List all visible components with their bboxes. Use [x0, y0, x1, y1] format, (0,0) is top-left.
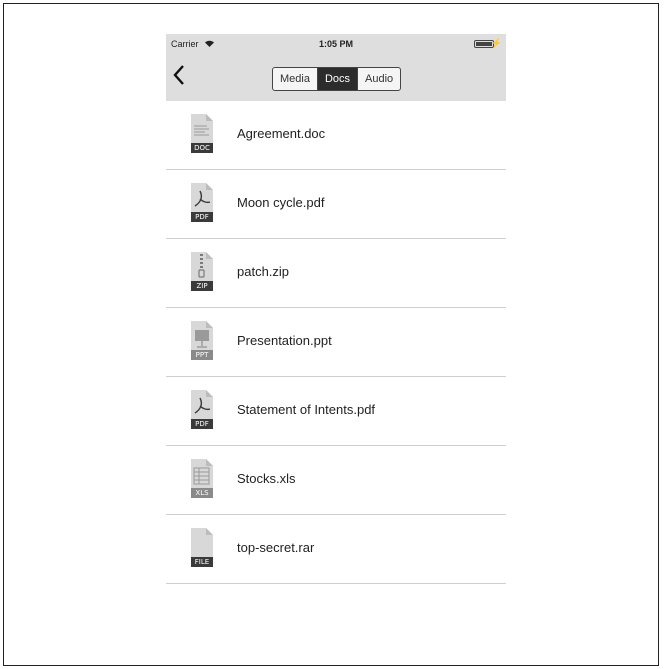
pdf-file-icon: PDF [191, 183, 213, 222]
screenshot-frame: Carrier 1:05 PM ⚡ Media Docs Audio DOC A… [3, 3, 659, 666]
navigation-bar: Carrier 1:05 PM ⚡ Media Docs Audio [166, 34, 506, 101]
segment-media[interactable]: Media [273, 68, 318, 90]
charging-bolt-icon: ⚡ [490, 38, 502, 48]
file-name: Agreement.doc [237, 126, 326, 141]
file-row[interactable]: PDF Statement of Intents.pdf [166, 377, 506, 446]
generic-file-icon: FILE [191, 528, 213, 567]
file-type-label: FILE [191, 557, 213, 567]
doc-file-icon: DOC [191, 114, 213, 153]
phone-screen: Carrier 1:05 PM ⚡ Media Docs Audio DOC A… [166, 34, 506, 665]
ppt-file-icon: PPT [191, 321, 213, 360]
file-name: Statement of Intents.pdf [237, 402, 376, 417]
file-type-label: PDF [191, 419, 213, 429]
file-row[interactable]: PDF Moon cycle.pdf [166, 170, 506, 239]
file-row[interactable]: FILE top-secret.rar [166, 515, 506, 584]
file-row[interactable]: DOC Agreement.doc [166, 101, 506, 170]
status-time: 1:05 PM [318, 39, 353, 49]
chevron-left-icon [173, 65, 184, 85]
file-name: top-secret.rar [237, 540, 315, 555]
file-type-label: XLS [191, 488, 213, 498]
file-name: patch.zip [237, 264, 290, 279]
file-type-label: PPT [191, 350, 213, 360]
file-name: Moon cycle.pdf [237, 195, 325, 210]
file-row[interactable]: ZIP patch.zip [166, 239, 506, 308]
zip-file-icon: ZIP [191, 252, 213, 291]
status-bar: Carrier 1:05 PM ⚡ [166, 34, 506, 56]
segmented-control: Media Docs Audio [272, 67, 402, 91]
segment-audio[interactable]: Audio [358, 68, 400, 90]
file-list: DOC Agreement.doc PDF Moon cycle.pdf ZIP… [166, 101, 506, 584]
back-button[interactable] [172, 64, 186, 91]
file-name: Stocks.xls [237, 471, 296, 486]
file-type-label: PDF [191, 212, 213, 222]
file-type-label: ZIP [191, 281, 213, 291]
pdf-file-icon: PDF [191, 390, 213, 429]
file-row[interactable]: PPT Presentation.ppt [166, 308, 506, 377]
file-type-label: DOC [191, 143, 213, 153]
segment-docs[interactable]: Docs [317, 68, 359, 90]
file-name: Presentation.ppt [237, 333, 332, 348]
xls-file-icon: XLS [191, 459, 213, 498]
file-row[interactable]: XLS Stocks.xls [166, 446, 506, 515]
